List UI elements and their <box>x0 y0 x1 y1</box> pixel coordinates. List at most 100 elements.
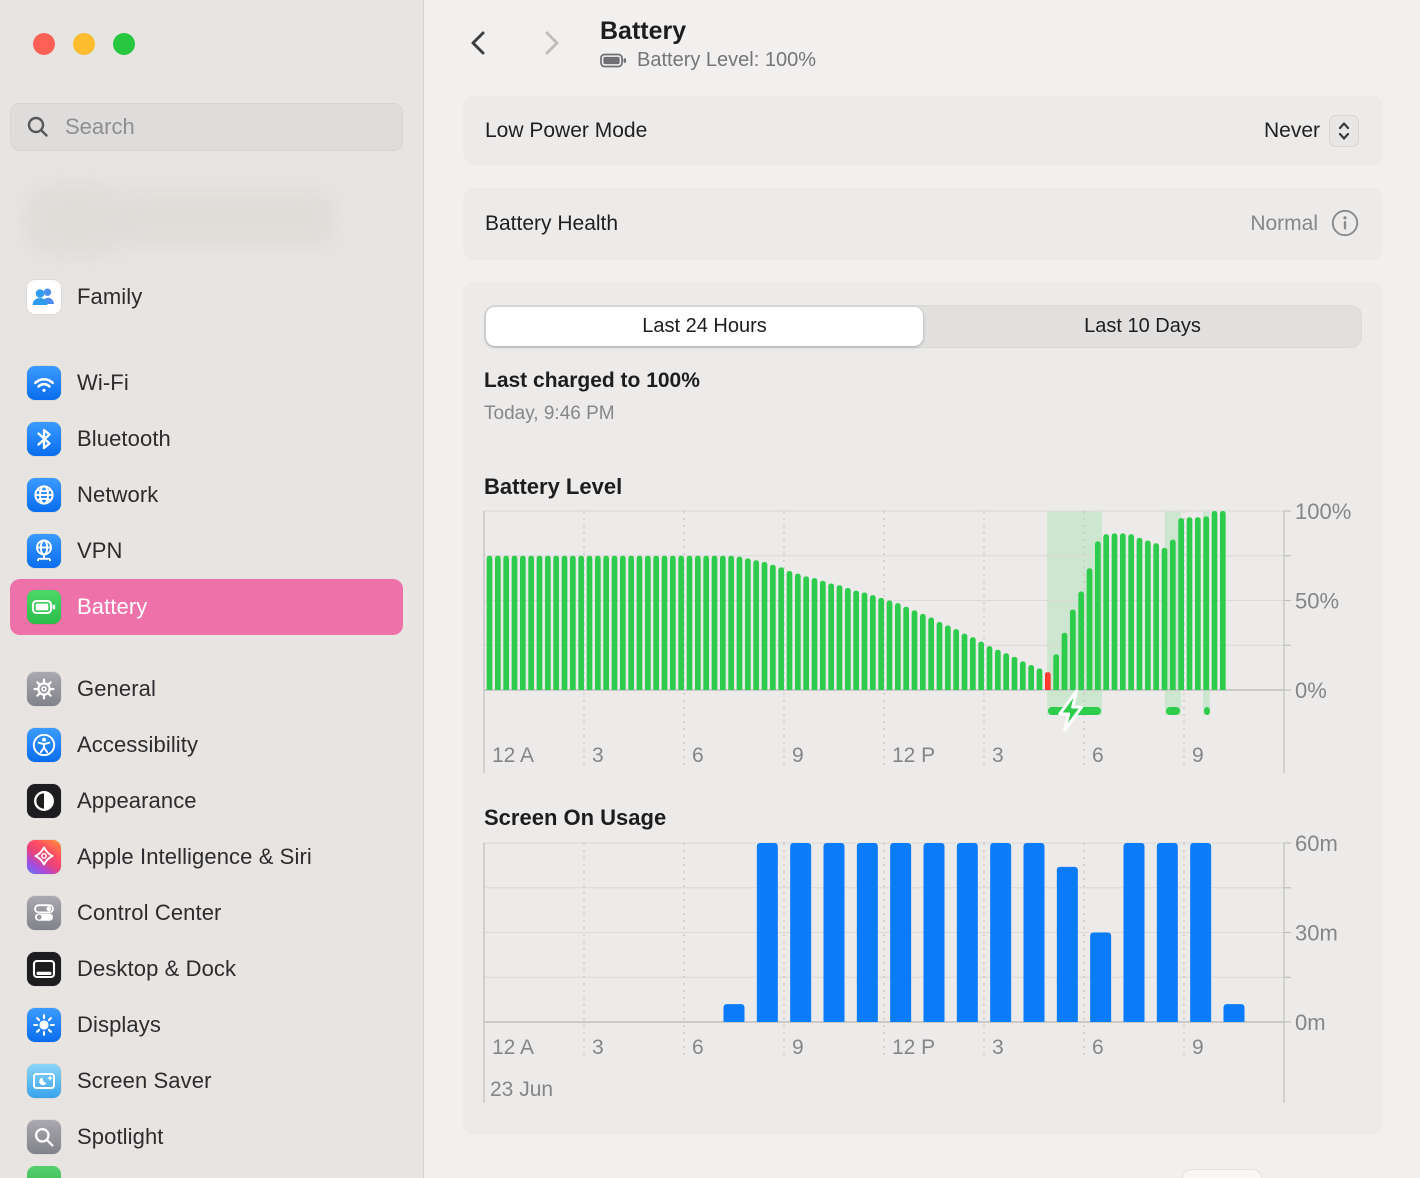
sidebar-item-desktop-dock[interactable]: Desktop & Dock <box>10 941 403 997</box>
battery-health-label: Battery Health <box>485 212 618 236</box>
minimize-window-button[interactable] <box>73 33 95 55</box>
chevron-up-down-icon <box>1336 120 1352 142</box>
sidebar-item-label: General <box>77 676 156 702</box>
vpn-globe-icon <box>27 534 61 568</box>
toggles-icon <box>27 896 61 930</box>
battery-level-chart[interactable]: 12 A36912 P369100%50%0% <box>463 500 1413 785</box>
svg-text:3: 3 <box>992 744 1004 767</box>
sidebar-item-label: Appearance <box>77 788 197 814</box>
svg-text:9: 9 <box>1192 744 1204 767</box>
battery-health-row: Battery Health Normal <box>463 188 1383 260</box>
wifi-icon <box>27 366 61 400</box>
svg-text:9: 9 <box>1192 1036 1204 1059</box>
tab-last-10-days[interactable]: Last 10 Days <box>923 305 1362 348</box>
sidebar-item-accessibility[interactable]: Accessibility <box>10 717 403 773</box>
gear-icon <box>27 672 61 706</box>
sidebar-item-label: Desktop & Dock <box>77 956 236 982</box>
svg-text:12 P: 12 P <box>892 744 935 767</box>
search-placeholder: Search <box>65 114 135 140</box>
family-icon <box>27 280 61 314</box>
svg-text:12 P: 12 P <box>892 1036 935 1059</box>
bluetooth-icon <box>27 422 61 456</box>
sidebar-item-spotlight[interactable]: Spotlight <box>10 1109 403 1165</box>
low-power-mode-row: Low Power Mode Never <box>463 96 1383 165</box>
sidebar-item-control-center[interactable]: Control Center <box>10 885 403 941</box>
sidebar-item-wifi[interactable]: Wi-Fi <box>10 355 403 411</box>
sidebar-item-vpn[interactable]: VPN <box>10 523 403 579</box>
svg-text:23 Jun: 23 Jun <box>490 1078 553 1101</box>
magnifier-icon <box>27 1120 61 1154</box>
svg-text:50%: 50% <box>1295 589 1339 614</box>
system-settings-window: Search Family <box>0 0 1420 1178</box>
info-icon <box>1331 209 1359 237</box>
sidebar-item-label: Battery <box>77 594 147 620</box>
sidebar-item-displays[interactable]: Displays <box>10 997 403 1053</box>
battery-glyph-icon <box>600 53 628 69</box>
appearance-icon <box>27 784 61 818</box>
sidebar-item-apple-intelligence-siri[interactable]: Apple Intelligence & Siri <box>10 829 403 885</box>
low-power-mode-label: Low Power Mode <box>485 119 647 143</box>
sidebar-item-network[interactable]: Network <box>10 467 403 523</box>
chevron-right-icon <box>536 28 566 58</box>
svg-text:30m: 30m <box>1295 921 1338 946</box>
svg-text:0m: 0m <box>1295 1010 1326 1035</box>
svg-text:9: 9 <box>792 744 804 767</box>
desktop-window-icon <box>27 952 61 986</box>
svg-text:0%: 0% <box>1295 678 1327 703</box>
close-window-button[interactable] <box>33 33 55 55</box>
chevron-left-icon <box>464 28 494 58</box>
last-charged-title: Last charged to 100% <box>484 370 700 392</box>
apple-intelligence-icon <box>27 840 61 874</box>
forward-button[interactable] <box>536 28 566 61</box>
partial-sidebar-icon <box>27 1166 61 1178</box>
page-title: Battery <box>600 17 686 46</box>
screen-saver-icon <box>27 1064 61 1098</box>
sidebar-item-label: Network <box>77 482 158 508</box>
tab-last-24-hours[interactable]: Last 24 Hours <box>486 307 923 346</box>
battery-level-chart-title: Battery Level <box>484 474 622 500</box>
sidebar-item-label: Control Center <box>77 900 221 926</box>
svg-text:6: 6 <box>1092 1036 1104 1059</box>
sidebar-item-general[interactable]: General <box>10 661 403 717</box>
sidebar-item-bluetooth[interactable]: Bluetooth <box>10 411 403 467</box>
sun-icon <box>27 1008 61 1042</box>
svg-text:6: 6 <box>1092 744 1104 767</box>
back-button[interactable] <box>464 28 494 61</box>
sidebar-item-label: Displays <box>77 1012 161 1038</box>
svg-text:12 A: 12 A <box>492 744 534 767</box>
sidebar-item-label: Screen Saver <box>77 1068 212 1094</box>
search-input[interactable]: Search <box>10 103 403 151</box>
sidebar-item-family[interactable]: Family <box>10 269 403 325</box>
time-range-segmented-control: Last 24 Hours Last 10 Days <box>484 305 1362 348</box>
zoom-window-button[interactable] <box>113 33 135 55</box>
partial-bottom-element <box>1183 1170 1261 1178</box>
last-charged-time: Today, 9:46 PM <box>484 403 615 425</box>
sidebar-item-label: VPN <box>77 538 123 564</box>
sidebar-item-appearance[interactable]: Appearance <box>10 773 403 829</box>
sidebar-item-label: Family <box>77 284 142 310</box>
battery-health-info-button[interactable] <box>1331 209 1359 240</box>
sidebar-item-label: Accessibility <box>77 732 198 758</box>
svg-text:3: 3 <box>592 1036 604 1059</box>
sidebar-item-screen-saver[interactable]: Screen Saver <box>10 1053 403 1109</box>
low-power-mode-value: Never <box>1264 119 1320 143</box>
low-power-mode-popup-button[interactable] <box>1329 115 1359 147</box>
svg-text:60m: 60m <box>1295 831 1338 856</box>
accessibility-icon <box>27 728 61 762</box>
network-globe-icon <box>27 478 61 512</box>
sidebar-item-label: Wi-Fi <box>77 370 129 396</box>
svg-text:6: 6 <box>692 744 704 767</box>
search-icon <box>23 112 53 142</box>
screen-on-usage-chart-title: Screen On Usage <box>484 805 666 831</box>
battery-health-value: Normal <box>1250 212 1318 236</box>
svg-text:3: 3 <box>992 1036 1004 1059</box>
battery-status-line: Battery Level: 100% <box>600 49 816 72</box>
svg-text:9: 9 <box>792 1036 804 1059</box>
svg-text:3: 3 <box>592 744 604 767</box>
svg-text:12 A: 12 A <box>492 1036 534 1059</box>
sidebar-item-label: Apple Intelligence & Siri <box>77 844 312 870</box>
sidebar: Search Family <box>0 0 423 1178</box>
sidebar-item-battery[interactable]: Battery <box>10 579 403 635</box>
screen-on-usage-chart[interactable]: 12 A 3 6 9 12 P 3 6 9 60m 30m 0m 23 Jun <box>463 830 1413 1115</box>
svg-text:6: 6 <box>692 1036 704 1059</box>
